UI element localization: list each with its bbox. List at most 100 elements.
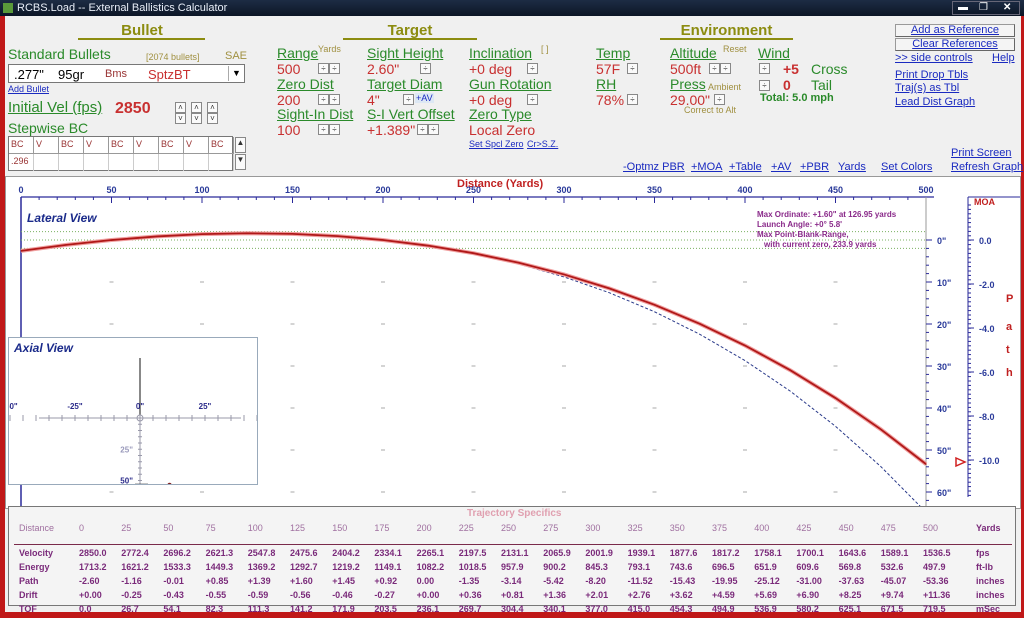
trajectory-point	[653, 304, 656, 306]
table-cell: 1758.1	[754, 548, 782, 558]
axial-v-tick-label: 50"	[120, 477, 133, 485]
bc-grid-cell[interactable]: .296	[9, 154, 34, 171]
pbr-link[interactable]: +PBR	[800, 161, 829, 173]
gun-rotation-label[interactable]: Gun Rotation	[469, 76, 552, 92]
trajectory-point	[472, 252, 475, 254]
add-reference-button[interactable]: Add as Reference	[895, 24, 1015, 37]
zero-dist-spinner[interactable]: ÷	[329, 94, 340, 105]
stepwise-bc-grid[interactable]: BC .296 V BC V BC V BC V BC	[8, 136, 234, 171]
bc-grid-cell[interactable]	[184, 154, 209, 171]
inclination-flag[interactable]: [ ]	[541, 44, 549, 54]
help-link[interactable]: Help	[992, 52, 1015, 64]
table-cell: 203.5	[374, 604, 397, 614]
refresh-graph-link[interactable]: Refresh Graph	[951, 161, 1023, 173]
velocity-spinner[interactable]: ˅	[207, 113, 218, 124]
inclination-label[interactable]: Inclination	[469, 45, 532, 61]
altitude-spinner[interactable]: ÷	[709, 63, 720, 74]
table-cell: 1621.2	[121, 562, 149, 572]
scroll-down-icon[interactable]: ▼	[235, 154, 246, 170]
sight-in-label[interactable]: Sight-In Dist	[277, 106, 353, 122]
trajectory-point	[834, 397, 837, 399]
add-bullet-link[interactable]: Add Bullet	[8, 84, 49, 94]
altitude-reset[interactable]: Reset	[723, 44, 747, 54]
range-label[interactable]: Range	[277, 45, 318, 61]
table-cell: 2772.4	[121, 548, 149, 558]
trajectory-chart[interactable]: 0 50 100 150 200 250 300 350 400 450 500 0" 10" 20" 30…	[2, 176, 1021, 527]
tail-wind-spinner[interactable]: ÷	[759, 80, 770, 91]
table-row: TOF 0.0 26.7 54.1 82.3 111.3 141.2 171.9 203.5 23…	[9, 604, 1009, 618]
bullet-select[interactable]: .277" 95gr Bms SptzBT ▼	[8, 64, 245, 83]
moa-link[interactable]: +MOA	[691, 161, 722, 173]
table-cell: 150	[332, 523, 348, 533]
bc-grid-cell[interactable]	[84, 154, 109, 171]
stepwise-bc-label: Stepwise BC	[8, 120, 89, 136]
table-cell: +1.36	[543, 590, 566, 600]
zero-type-label[interactable]: Zero Type	[469, 106, 532, 122]
zero-dist-spinner[interactable]: ÷	[318, 94, 329, 105]
cr-sz-link[interactable]: Cr>S.Z.	[527, 139, 558, 149]
set-spcl-zero-link[interactable]: Set Spcl Zero	[469, 139, 524, 149]
press-spinner[interactable]: ÷	[714, 94, 725, 105]
altitude-spinner[interactable]: ÷	[720, 63, 731, 74]
sight-in-spinner[interactable]: ÷	[329, 124, 340, 135]
rh-label[interactable]: RH	[596, 76, 616, 92]
bc-grid-cell[interactable]	[159, 154, 184, 171]
av-button[interactable]: +AV	[415, 93, 434, 103]
av-link[interactable]: +AV	[771, 161, 791, 173]
bc-grid-cell[interactable]	[209, 154, 234, 171]
minimize-icon[interactable]: ▬	[958, 2, 968, 14]
rh-spinner[interactable]: ÷	[627, 94, 638, 105]
temp-value: 57F	[596, 61, 621, 77]
inclination-spinner[interactable]: ÷	[527, 63, 538, 74]
press-mode[interactable]: Ambient	[708, 82, 741, 92]
moa-axis-title: MOA	[974, 197, 995, 207]
zero-type-value[interactable]: Local Zero	[469, 122, 535, 138]
bc-grid-cell[interactable]	[34, 154, 59, 171]
si-offset-spinner[interactable]: ÷	[428, 124, 439, 135]
lead-dist-graph-link[interactable]: Lead Dist Graph	[895, 96, 975, 108]
si-offset-label[interactable]: S-I Vert Offset	[367, 106, 455, 122]
bc-grid-cell[interactable]	[134, 154, 159, 171]
restore-icon[interactable]: ❐	[979, 2, 988, 14]
set-colors-link[interactable]: Set Colors	[881, 161, 932, 173]
sight-height-label[interactable]: Sight Height	[367, 45, 443, 61]
scroll-up-icon[interactable]: ▲	[235, 137, 246, 153]
range-spinner[interactable]: ÷	[329, 63, 340, 74]
cross-wind-spinner[interactable]: ÷	[759, 63, 770, 74]
sight-in-spinner[interactable]: ÷	[318, 124, 329, 135]
print-drop-tbls-link[interactable]: Print Drop Tbls	[895, 69, 968, 81]
target-diam-spinner[interactable]: ÷	[403, 94, 414, 105]
gun-rotation-spinner[interactable]: ÷	[527, 94, 538, 105]
table-cell: 569.8	[838, 562, 862, 572]
chevron-down-icon[interactable]: ▼	[228, 66, 244, 81]
temp-spinner[interactable]: ÷	[627, 63, 638, 74]
temp-label[interactable]: Temp	[596, 45, 630, 61]
y-tick-label: 50"	[937, 446, 951, 456]
target-diam-label[interactable]: Target Diam	[367, 76, 442, 92]
velocity-spinner[interactable]: ˅	[175, 113, 186, 124]
zero-dist-label[interactable]: Zero Dist	[277, 76, 334, 92]
row-label: Distance	[19, 523, 55, 533]
initial-vel-label[interactable]: Initial Vel (fps)	[8, 99, 102, 116]
altitude-label[interactable]: Altitude	[670, 45, 717, 61]
bc-grid-cell[interactable]	[109, 154, 134, 171]
yards-link[interactable]: Yards	[838, 161, 866, 173]
velocity-spinner[interactable]: ˅	[191, 113, 202, 124]
optmz-pbr-link[interactable]: -Optmz PBR	[623, 161, 685, 173]
bc-grid-cell[interactable]	[59, 154, 84, 171]
print-screen-link[interactable]: Print Screen	[951, 147, 1012, 159]
side-controls-link[interactable]: >> side controls	[895, 52, 973, 64]
clear-references-button[interactable]: Clear References	[895, 38, 1015, 51]
range-spinner[interactable]: ÷	[318, 63, 329, 74]
traj-as-tbl-link[interactable]: Traj(s) as Tbl	[895, 82, 959, 94]
wind-label[interactable]: Wind	[758, 45, 790, 61]
table-cell: +1.45	[332, 576, 355, 586]
sight-height-spinner[interactable]: ÷	[420, 63, 431, 74]
close-icon[interactable]: ✕	[1003, 2, 1011, 14]
si-offset-spinner[interactable]: ÷	[417, 124, 428, 135]
press-label[interactable]: Press	[670, 76, 706, 92]
table-cell: +0.36	[458, 590, 482, 600]
table-link[interactable]: +Table	[729, 161, 762, 173]
units-sae[interactable]: SAE	[225, 50, 247, 62]
correct-to-alt[interactable]: Correct to Alt	[684, 105, 736, 115]
